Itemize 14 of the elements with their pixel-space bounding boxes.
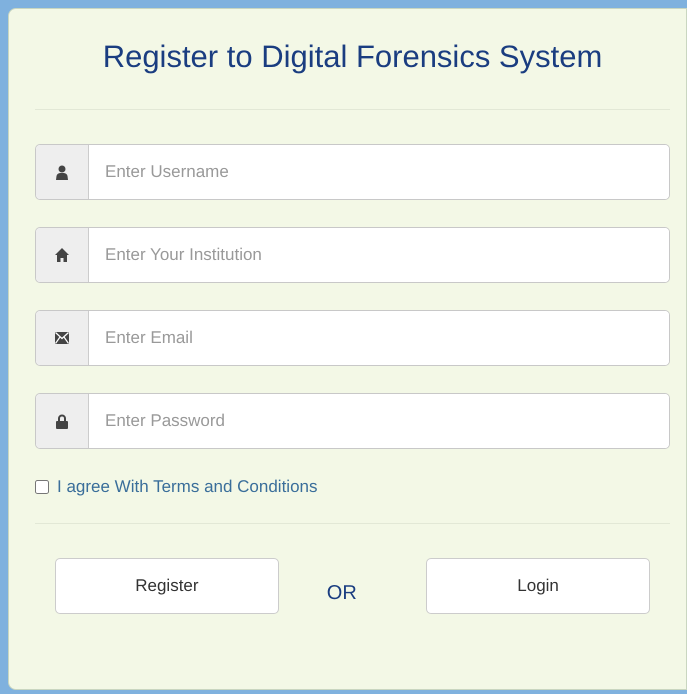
register-button[interactable]: Register: [55, 558, 279, 614]
home-icon: [55, 248, 69, 262]
lock-icon: [56, 414, 68, 428]
user-icon: [56, 164, 68, 180]
or-separator: OR: [326, 582, 358, 604]
login-button[interactable]: Login: [426, 558, 650, 614]
form-title: Register to Digital Forensics System: [102, 38, 604, 76]
input-field[interactable]: Enter Email: [35, 310, 670, 366]
envelope-icon: [55, 332, 69, 344]
input-field[interactable]: Enter Username: [35, 144, 670, 200]
input-field[interactable]: Enter Your Institution: [35, 227, 670, 283]
input-field[interactable]: Enter Password: [35, 393, 670, 449]
terms-link[interactable]: I agree With Terms and Conditions: [57, 477, 318, 497]
terms-checkbox[interactable]: [35, 480, 49, 494]
